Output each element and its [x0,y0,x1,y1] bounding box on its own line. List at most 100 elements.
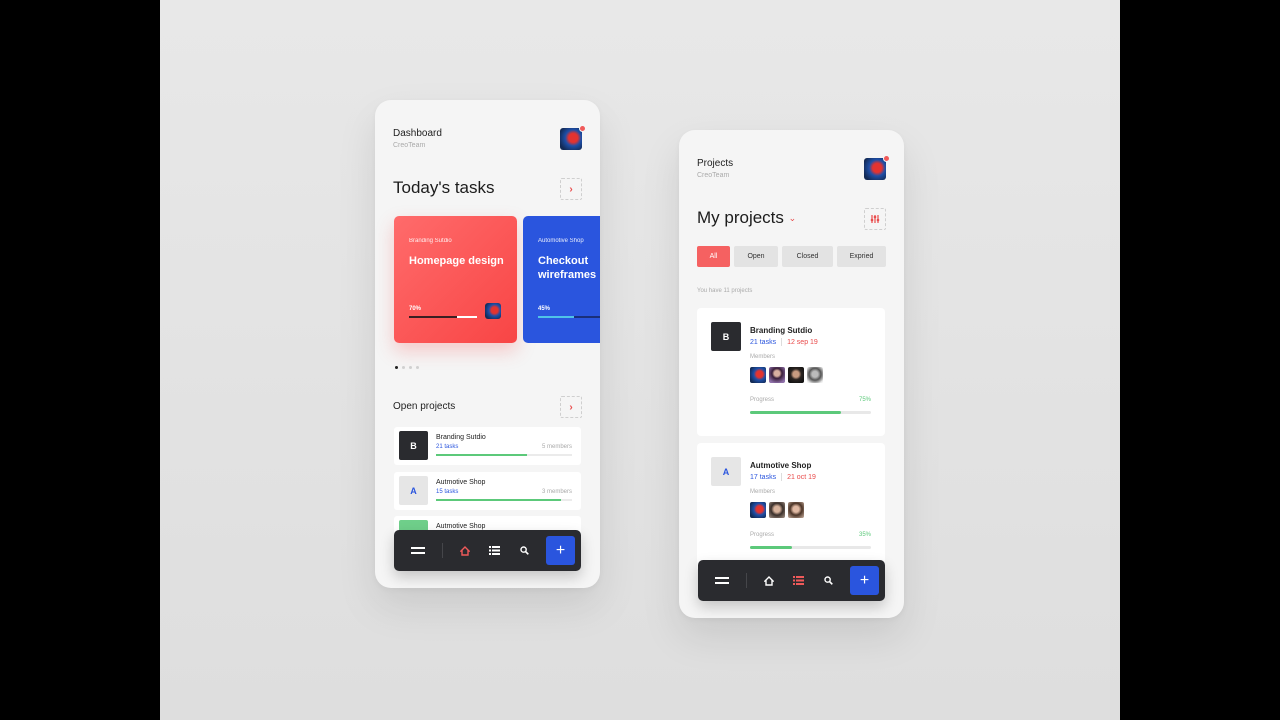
filter-chip-closed[interactable]: Closed [782,246,833,267]
user-avatar[interactable] [560,128,582,150]
filter-settings-button[interactable] [864,208,886,230]
home-icon[interactable] [761,560,777,601]
project-progress-bar [436,499,572,501]
assignee-avatar [485,303,501,319]
my-projects-label: My projects [697,208,784,227]
project-progress-fill [436,499,562,501]
nav-divider [746,573,747,588]
progress-label: Progress [750,532,775,538]
task-title: Homepage design [409,255,504,267]
member-avatar[interactable] [788,367,804,383]
project-name: Autmotive Shop [436,523,486,530]
project-list-item[interactable]: A Autmotive Shop 15 tasks 3 members [394,472,581,510]
project-members: 5 members [541,444,572,450]
search-icon[interactable] [516,530,532,571]
pager-dot[interactable] [409,366,412,369]
task-title: Checkout wireframes [538,255,597,281]
members-label: Members [750,489,776,495]
projects-screen: Projects CreoTeam My projects ⌄ All Open… [679,130,904,618]
progress-value: 35% [858,532,871,538]
project-progress-fill [750,411,841,414]
pager-dot[interactable] [402,366,405,369]
project-letter-icon: A [399,476,428,505]
chevron-right-icon: › [569,183,573,195]
project-meta: 21 tasks 12 sep 19 [750,338,818,346]
chevron-down-icon[interactable]: ⌄ [789,213,797,223]
user-avatar[interactable] [864,158,886,180]
chevron-right-icon: › [569,401,573,413]
task-client: Branding Sutdio [409,238,452,244]
my-projects-title[interactable]: My projects ⌄ [697,208,796,228]
todays-tasks-more-button[interactable]: › [560,178,582,200]
nav-divider [442,543,443,558]
task-progress-bar [409,316,477,318]
member-avatar[interactable] [769,367,785,383]
header-title: Dashboard [393,128,442,139]
project-progress-fill [750,546,793,549]
project-tasks: 21 tasks [750,338,777,346]
task-progress-label: 70% [409,306,422,312]
project-members: 3 members [541,489,572,495]
menu-icon[interactable] [409,530,427,571]
task-card[interactable]: Branding Sutdio Homepage design 70% [394,216,517,343]
list-icon[interactable] [790,560,806,601]
meta-divider [781,338,783,346]
filter-chip-expired[interactable]: Expried [837,246,886,267]
members-avatars [750,502,804,518]
project-name: Autmotive Shop [436,479,486,486]
project-tasks: 17 tasks [750,473,777,481]
project-letter-icon: B [399,431,428,460]
project-card[interactable]: A Autmotive Shop 17 tasks 21 oct 19 Memb… [697,443,885,571]
pager-dot[interactable] [395,366,398,369]
progress-label: Progress [750,397,775,403]
project-tasks: 21 tasks [436,444,459,450]
filter-chip-all[interactable]: All [697,246,730,267]
member-avatar[interactable] [807,367,823,383]
dashboard-screen: Dashboard CreoTeam Today's tasks › Brand… [375,100,600,588]
progress-value: 75% [858,397,871,403]
canvas-background: Dashboard CreoTeam Today's tasks › Brand… [160,0,1120,720]
member-avatar[interactable] [750,367,766,383]
task-progress-label: 45% [538,306,551,312]
header-subtitle: CreoTeam [393,142,426,149]
project-meta: 17 tasks 21 oct 19 [750,473,816,481]
add-button[interactable]: + [546,536,575,565]
project-name: Autmotive Shop [750,461,812,470]
carousel-pager[interactable] [395,366,419,369]
open-projects-more-button[interactable]: › [560,396,582,418]
search-icon[interactable] [820,560,836,601]
list-icon[interactable] [486,530,502,571]
bottom-navbar: + [394,530,581,571]
meta-divider [781,473,783,481]
header-title: Projects [697,158,734,169]
project-card[interactable]: B Branding Sutdio 21 tasks 12 sep 19 Mem… [697,308,885,436]
project-progress-fill [436,454,528,456]
project-list-item[interactable]: B Branding Sutdio 21 tasks 5 members [394,427,581,465]
member-avatar[interactable] [769,502,785,518]
project-tasks: 15 tasks [436,489,459,495]
member-avatar[interactable] [750,502,766,518]
members-label: Members [750,354,776,360]
open-projects-title: Open projects [393,401,456,412]
notification-dot [579,125,586,132]
sliders-icon [870,215,880,223]
project-progress-bar [750,411,871,414]
pager-dot[interactable] [416,366,419,369]
project-due-date: 21 oct 19 [787,473,816,481]
task-client: Automotive Shop [538,238,584,244]
todays-tasks-title: Today's tasks [393,178,495,197]
project-due-date: 12 sep 19 [787,338,818,346]
project-letter-icon: B [711,322,741,351]
menu-icon[interactable] [713,560,731,601]
filter-chip-open[interactable]: Open [734,246,778,267]
task-progress-bar [538,316,600,318]
member-avatar[interactable] [788,502,804,518]
add-button[interactable]: + [850,566,879,595]
projects-count: You have 11 projects [697,288,753,294]
bottom-navbar: + [698,560,885,601]
notification-dot [883,155,890,162]
home-icon[interactable] [457,530,473,571]
task-card[interactable]: Automotive Shop Checkout wireframes 45% [523,216,600,343]
project-letter-icon: A [711,457,741,486]
project-name: Branding Sutdio [436,434,486,441]
